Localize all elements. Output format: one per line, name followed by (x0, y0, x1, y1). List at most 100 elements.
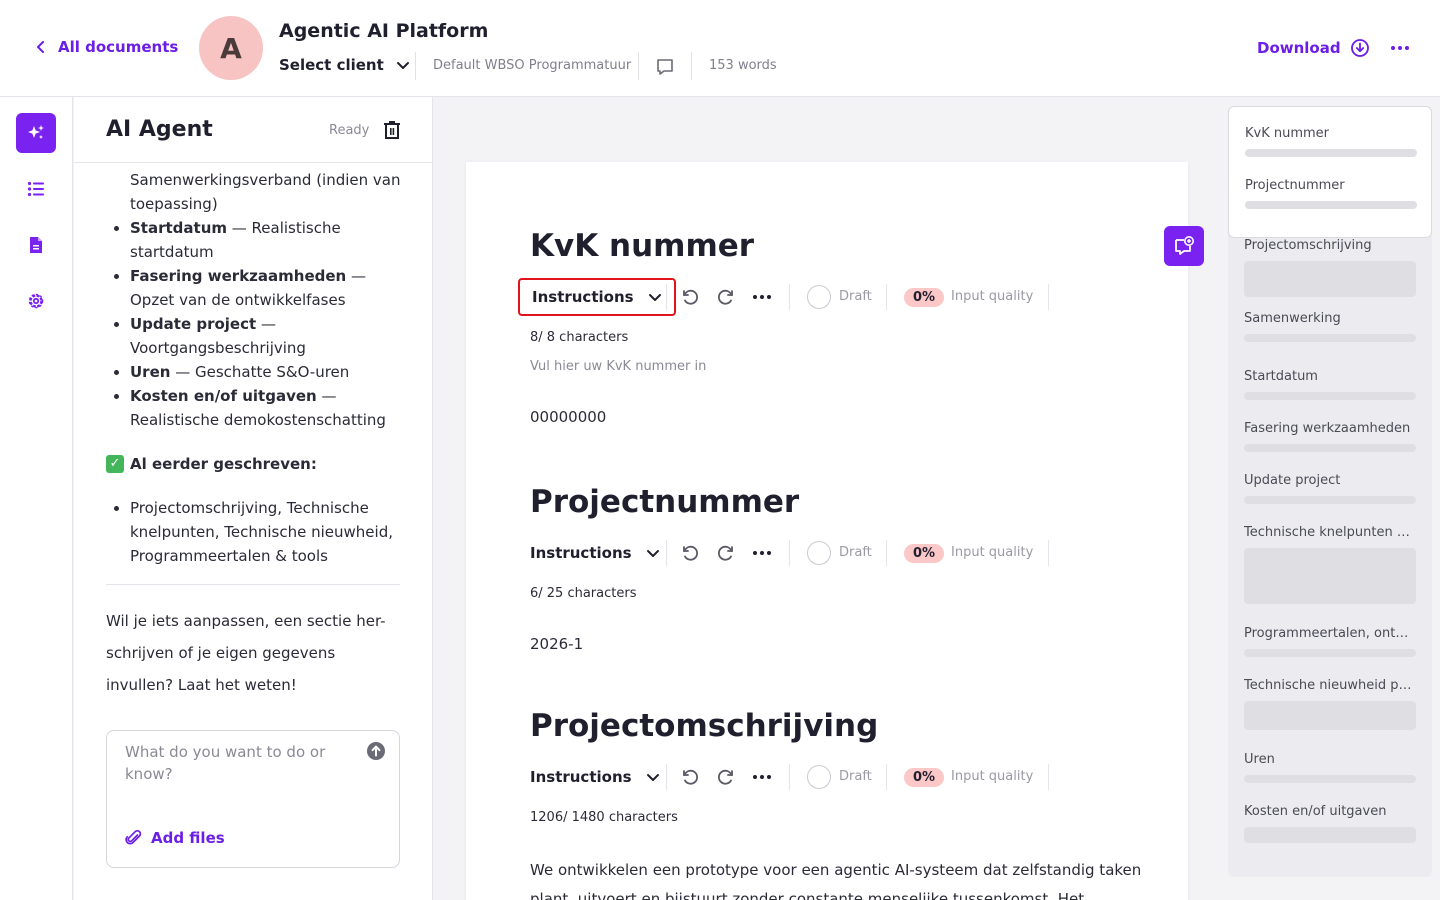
character-count: 1206/ 1480 characters (530, 810, 678, 825)
chevron-left-icon (37, 41, 44, 53)
list-item: Startdatum — Realistische startdatum (106, 216, 406, 264)
redo-icon[interactable] (716, 543, 736, 563)
list-icon (27, 181, 44, 197)
field-hint: Vul hier uw KvK nummer in (530, 359, 707, 374)
written-heading: ✓ Al eerder geschreven: (106, 452, 406, 476)
instructions-dropdown[interactable]: Instructions (530, 758, 660, 796)
meta-divider (638, 52, 639, 80)
instructions-dropdown[interactable]: Instructions (530, 534, 660, 572)
add-files-label: Add files (151, 829, 225, 847)
outline-progress-bar (1244, 775, 1416, 783)
toolbar-divider (789, 540, 790, 566)
toolbar-divider (1048, 284, 1049, 310)
all-documents-link[interactable]: All documents (34, 38, 178, 56)
chevron-down-icon (396, 62, 409, 69)
toolbar-divider (666, 284, 667, 310)
character-count: 6/ 25 characters (530, 586, 637, 601)
document-page: KvK nummer Instructions Draft 0% Input q… (466, 162, 1188, 900)
list-item: Samenwerkingsverband (indien van toepass… (130, 171, 401, 213)
character-count: 8/ 8 characters (530, 330, 629, 345)
chat-input[interactable] (125, 741, 355, 801)
outline-progress-bar (1244, 701, 1416, 730)
word-count: 153 words (709, 58, 777, 73)
field-value[interactable]: 00000000 (530, 408, 1150, 426)
top-header: All documents A Agentic AI Platform Sele… (0, 0, 1440, 97)
outline-progress-bar (1244, 827, 1416, 843)
trash-icon[interactable] (382, 120, 402, 140)
redo-icon[interactable] (716, 767, 736, 787)
section-toolbar: Instructions Draft 0% Input quality (530, 758, 1150, 796)
outline-item-update-project[interactable]: Update project (1244, 473, 1416, 504)
outline-progress-bar (1244, 334, 1416, 342)
outline-item-fasering[interactable]: Fasering werkzaamheden (1244, 421, 1416, 452)
template-name: Default WBSO Programmatuur (433, 58, 632, 73)
draft-toggle[interactable] (807, 765, 831, 789)
outline-progress-bar (1244, 261, 1416, 297)
chevron-down-icon (648, 294, 661, 301)
document-rail-button[interactable] (16, 225, 56, 265)
draft-label: Draft (839, 289, 872, 304)
undo-icon[interactable] (680, 287, 700, 307)
add-files-button[interactable]: Add files (125, 829, 225, 847)
document-title: Agentic AI Platform (279, 20, 489, 42)
comment-icon[interactable] (655, 57, 675, 77)
toolbar-divider (789, 764, 790, 790)
download-button[interactable]: Download (1257, 38, 1370, 58)
toolbar-divider (789, 284, 790, 310)
undo-icon[interactable] (680, 767, 700, 787)
outline-progress-bar (1244, 548, 1416, 604)
undo-icon[interactable] (680, 543, 700, 563)
more-options-icon[interactable] (752, 767, 772, 787)
download-label: Download (1257, 39, 1341, 57)
toolbar-divider (666, 764, 667, 790)
outline-item-kvk-nummer[interactable]: KvK nummer (1245, 126, 1417, 157)
outline-item-samenwerking[interactable]: Samenwerking (1244, 311, 1416, 342)
quality-label: Input quality (951, 769, 1034, 784)
quality-badge: 0% (904, 544, 945, 563)
outline-item-projectnummer[interactable]: Projectnummer (1245, 178, 1417, 209)
list-item: Kosten en/of uitgaven — Realistische dem… (106, 384, 406, 432)
instructions-dropdown[interactable]: Instructions (518, 278, 676, 316)
send-arrow-icon[interactable] (366, 741, 386, 761)
outline-progress-bar (1245, 149, 1417, 157)
section-projectomschrijving: Projectomschrijving Instructions Draft 0… (530, 708, 1150, 900)
chat-plus-icon (1175, 236, 1194, 255)
meta-divider (691, 52, 692, 80)
section-kvk-nummer: KvK nummer Instructions Draft 0% Input q… (518, 228, 1150, 426)
outline-item-startdatum[interactable]: Startdatum (1244, 369, 1416, 400)
outline-rail-button[interactable] (16, 169, 56, 209)
outline-item-uren[interactable]: Uren (1244, 752, 1416, 783)
field-value[interactable]: We ontwikkelen een prototype voor een ag… (530, 856, 1150, 900)
draft-toggle[interactable] (807, 285, 831, 309)
outline-item-programmeertalen[interactable]: Programmeertalen, ontwikkeltools (1244, 626, 1416, 657)
gear-icon (28, 293, 44, 309)
field-value[interactable]: 2026-1 (530, 635, 1150, 653)
agent-todo-list: Samenwerkingsverband (indien van toepass… (106, 168, 406, 432)
list-item: Fasering werkzaamheden — Opzet van de on… (106, 264, 406, 312)
written-list: Projectomschrijving, Technische knelpunt… (106, 496, 406, 568)
outline-item-projectomschrijving[interactable]: Projectomschrijving (1244, 238, 1416, 297)
file-icon (30, 237, 42, 253)
more-options-icon[interactable] (1389, 38, 1411, 58)
draft-toggle[interactable] (807, 541, 831, 565)
outline-item-kosten[interactable]: Kosten en/of uitgaven (1244, 804, 1416, 843)
outline-item-technische-knelpunten[interactable]: Technische knelpunten en oplossingen (1244, 525, 1416, 604)
more-options-icon[interactable] (752, 543, 772, 563)
toolbar-divider (1048, 764, 1049, 790)
redo-icon[interactable] (716, 287, 736, 307)
outline-item-technische-nieuwheid[interactable]: Technische nieuwheid project (1244, 678, 1416, 730)
settings-rail-button[interactable] (16, 281, 56, 321)
ai-agent-rail-button[interactable] (16, 113, 56, 153)
select-client-dropdown[interactable]: Select client (279, 56, 410, 74)
outline-progress-bar (1244, 496, 1416, 504)
outline-progress-bar (1244, 444, 1416, 452)
toolbar-divider (1048, 540, 1049, 566)
agent-title: AI Agent (106, 117, 213, 142)
toolbar-divider (666, 540, 667, 566)
quality-label: Input quality (951, 289, 1034, 304)
more-options-icon[interactable] (752, 287, 772, 307)
outline-progress-bar (1244, 392, 1416, 400)
draft-label: Draft (839, 769, 872, 784)
add-comment-button[interactable] (1164, 226, 1204, 266)
chevron-down-icon (646, 774, 659, 781)
